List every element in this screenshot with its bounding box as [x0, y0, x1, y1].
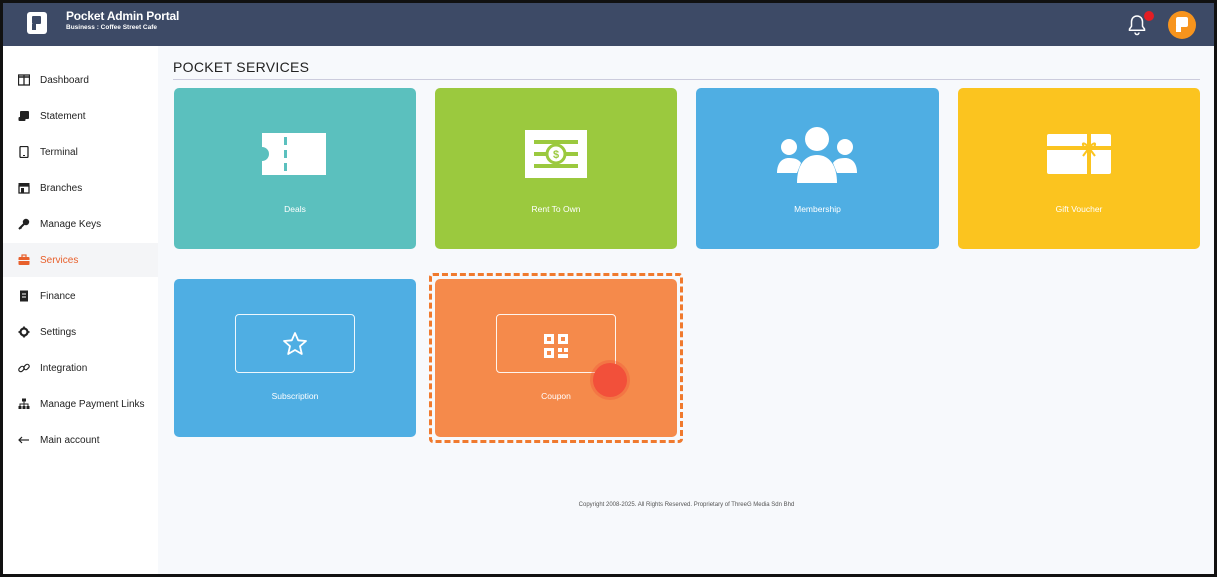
sidebar-item-statement[interactable]: Statement	[3, 99, 158, 133]
sidebar-item-label: Manage Keys	[40, 218, 102, 230]
sidebar-item-terminal[interactable]: Terminal	[3, 135, 158, 169]
svg-text:$: $	[553, 149, 559, 161]
top-bar: Pocket Admin Portal Business : Coffee St…	[3, 3, 1214, 46]
user-avatar[interactable]	[1168, 11, 1196, 39]
columns-icon	[17, 73, 31, 87]
sidebar-item-label: Dashboard	[40, 74, 89, 86]
sidebar-item-manage-keys[interactable]: Manage Keys	[3, 207, 158, 241]
click-indicator	[593, 363, 627, 397]
service-card-gift-voucher[interactable]: Gift Voucher	[958, 88, 1200, 249]
pocket-logo[interactable]	[27, 12, 47, 34]
service-card-deals[interactable]: Deals	[174, 88, 416, 249]
sidebar-item-label: Settings	[40, 326, 77, 338]
sitemap-icon	[17, 397, 31, 411]
page-title: POCKET SERVICES	[173, 59, 310, 75]
sidebar-item-settings[interactable]: Settings	[3, 315, 158, 349]
title-divider	[173, 79, 1200, 80]
card-label: Rent To Own	[531, 204, 581, 214]
arrow-left-icon	[17, 433, 31, 447]
service-card-membership[interactable]: Membership	[696, 88, 939, 249]
toolbox-icon	[17, 253, 31, 267]
service-card-subscription[interactable]: Subscription	[174, 279, 416, 437]
app-window: Pocket Admin Portal Business : Coffee St…	[0, 0, 1217, 577]
card-label: Deals	[284, 204, 306, 214]
app-title: Pocket Admin Portal	[66, 9, 180, 23]
sidebar-item-label: Statement	[40, 110, 86, 122]
sidebar-item-label: Main account	[40, 434, 100, 446]
copyright-footer: Copyright 2008-2025. All Rights Reserved…	[578, 502, 795, 508]
gear-icon	[17, 325, 31, 339]
sidebar-item-manage-payment-links[interactable]: Manage Payment Links	[3, 387, 158, 421]
link-icon	[17, 361, 31, 375]
sidebar: Dashboard Statement Terminal Branches Ma…	[3, 46, 158, 574]
sidebar-item-finance[interactable]: Finance	[3, 279, 158, 313]
card-label: Membership	[794, 204, 841, 214]
users-icon	[777, 127, 857, 183]
notification-badge	[1144, 11, 1154, 21]
ticket-icon	[262, 133, 326, 175]
highlight-outline	[429, 273, 683, 443]
service-card-rent-to-own[interactable]: $ Rent To Own	[435, 88, 677, 249]
key-icon	[17, 217, 31, 231]
sidebar-item-label: Integration	[40, 362, 88, 374]
sidebar-item-label: Branches	[40, 182, 83, 194]
scroll-icon	[17, 109, 31, 123]
money-icon: $	[525, 130, 587, 178]
card-label: Gift Voucher	[1055, 204, 1103, 214]
store-icon	[17, 181, 31, 195]
sidebar-item-label: Manage Payment Links	[40, 398, 145, 410]
tablet-icon	[17, 145, 31, 159]
sidebar-item-label: Services	[40, 254, 79, 266]
sidebar-item-services[interactable]: Services	[3, 243, 158, 277]
sidebar-item-branches[interactable]: Branches	[3, 171, 158, 205]
sidebar-item-dashboard[interactable]: Dashboard	[3, 63, 158, 97]
receipt-icon	[17, 289, 31, 303]
business-name: Business : Coffee Street Cafe	[66, 24, 158, 31]
sidebar-item-integration[interactable]: Integration	[3, 351, 158, 385]
star-icon	[283, 332, 307, 355]
sidebar-item-label: Terminal	[40, 146, 78, 158]
sidebar-item-label: Finance	[40, 290, 76, 302]
gift-card-icon	[1047, 134, 1111, 174]
sidebar-item-main-account[interactable]: Main account	[3, 423, 158, 457]
card-label: Subscription	[271, 391, 319, 401]
